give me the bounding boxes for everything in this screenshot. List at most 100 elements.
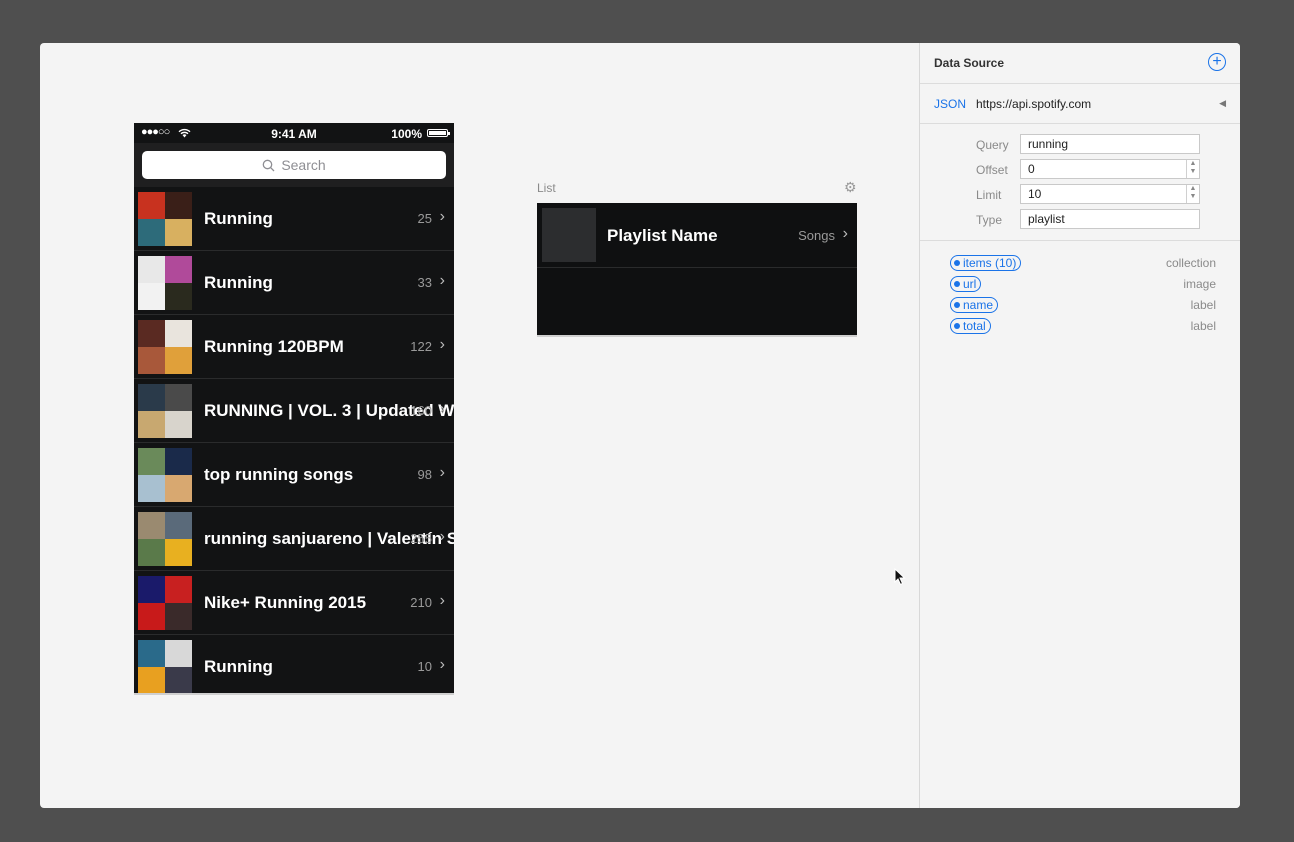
field-dot-icon: [954, 260, 960, 266]
playlist-list: Running 25 › Running 33 › Running 120BPM 122 › RU…: [134, 187, 454, 693]
artwork-tile: [138, 411, 165, 438]
artwork-tile: [138, 283, 165, 310]
artwork-tile: [138, 320, 165, 347]
artwork-tile: [165, 384, 192, 411]
playlist-count: 255: [410, 531, 432, 546]
phone-preview: ●●●○○ 9:41 AM 100% Search Running 25 › Runn…: [134, 123, 454, 693]
playlist-name: Running: [204, 209, 273, 228]
playlist-row[interactable]: Nike+ Running 2015 210 ›: [134, 571, 454, 635]
playlist-artwork: [138, 384, 192, 438]
param-input[interactable]: 10 ▲ ▼: [1020, 184, 1200, 204]
param-input[interactable]: playlist: [1020, 209, 1200, 229]
search-input[interactable]: Search: [142, 151, 446, 179]
playlist-artwork: [138, 320, 192, 374]
playlist-row[interactable]: RUNNING | VOL. 3 | Updated W 160 ›: [134, 379, 454, 443]
artwork-tile: [138, 219, 165, 246]
stepper-icon[interactable]: ▲ ▼: [1186, 160, 1199, 178]
playlist-artwork: [138, 256, 192, 310]
field-pill[interactable]: url: [950, 276, 982, 292]
add-source-button[interactable]: +: [1208, 53, 1226, 71]
artwork-tile: [165, 320, 192, 347]
chevron-right-icon: ›: [842, 225, 848, 242]
artwork-tile: [165, 539, 192, 566]
artwork-tile: [165, 256, 192, 283]
artwork-tile: [138, 667, 165, 693]
field-row: url image: [920, 276, 1240, 297]
artwork-tile: [165, 475, 192, 502]
source-type: JSON: [934, 97, 967, 111]
panel-title: Data Source: [934, 56, 1005, 70]
field-name: items (10): [963, 256, 1017, 270]
param-label: Offset: [976, 163, 1008, 177]
status-bar: ●●●○○ 9:41 AM 100%: [134, 123, 454, 143]
list-template-row[interactable]: Playlist Name Songs ›: [537, 203, 857, 268]
playlist-name-label: Playlist Name: [607, 226, 718, 245]
playlist-artwork: [138, 576, 192, 630]
field-row: items (10) collection: [920, 255, 1240, 276]
artwork-tile: [138, 347, 165, 374]
editor-window: ●●●○○ 9:41 AM 100% Search Running 25 › Runn…: [40, 43, 1240, 808]
artwork-tile: [165, 219, 192, 246]
playlist-row[interactable]: Running 10 ›: [134, 635, 454, 693]
field-dot-icon: [954, 323, 960, 329]
playlist-count: 10: [417, 659, 432, 674]
artwork-tile: [165, 192, 192, 219]
source-row[interactable]: JSON https://api.spotify.com ◀: [920, 84, 1240, 124]
param-value: playlist: [1028, 212, 1065, 226]
list-label: List: [537, 181, 556, 195]
playlist-name: top running songs: [204, 465, 354, 484]
playlist-artwork: [138, 512, 192, 566]
artwork-tile: [165, 411, 192, 438]
playlist-count: 122: [410, 339, 432, 354]
param-value: 0: [1028, 162, 1035, 176]
field-type: label: [1190, 319, 1216, 333]
chevron-right-icon: ›: [439, 272, 445, 289]
param-row: Limit 10 ▲ ▼: [920, 184, 1240, 209]
query-params: Query running Offset 0 ▲ ▼ Limit 10 ▲ ▼ Type playli…: [920, 124, 1240, 241]
playlist-row[interactable]: top running songs 98 ›: [134, 443, 454, 507]
battery-percent: 100%: [391, 127, 422, 141]
artwork-tile: [138, 640, 165, 667]
playlist-name: Nike+ Running 2015: [204, 593, 367, 612]
param-input[interactable]: running: [1020, 134, 1200, 154]
chevron-right-icon: ›: [439, 336, 445, 353]
playlist-row[interactable]: Running 25 ›: [134, 187, 454, 251]
playlist-row[interactable]: running sanjuareno | Valentín Sa 255 ›: [134, 507, 454, 571]
param-input[interactable]: 0 ▲ ▼: [1020, 159, 1200, 179]
playlist-count: 25: [417, 211, 432, 226]
playlist-count: 160: [410, 403, 432, 418]
collapse-triangle-icon[interactable]: ◀: [1219, 98, 1226, 109]
param-row: Offset 0 ▲ ▼: [920, 159, 1240, 184]
param-row: Query running: [920, 134, 1240, 159]
artwork-tile: [138, 384, 165, 411]
field-name: url: [963, 277, 977, 291]
search-placeholder: Search: [281, 157, 326, 173]
field-type: label: [1190, 298, 1216, 312]
artwork-tile: [138, 603, 165, 630]
gear-icon[interactable]: ⚙: [844, 179, 857, 196]
list-component[interactable]: Playlist Name Songs ›: [537, 203, 857, 335]
artwork-tile: [138, 256, 165, 283]
design-canvas: ●●●○○ 9:41 AM 100% Search Running 25 › Runn…: [40, 43, 919, 808]
chevron-right-icon: ›: [439, 208, 445, 225]
chevron-right-icon: ›: [439, 656, 445, 673]
playlist-count: 33: [417, 275, 432, 290]
chevron-right-icon: ›: [439, 400, 445, 417]
artwork-tile: [165, 667, 192, 693]
source-url: https://api.spotify.com: [976, 97, 1092, 111]
data-fields: items (10) collection url image name label tot…: [920, 241, 1240, 353]
field-row: total label: [920, 318, 1240, 339]
playlist-row[interactable]: Running 120BPM 122 ›: [134, 315, 454, 379]
field-pill[interactable]: total: [950, 318, 991, 334]
field-dot-icon: [954, 281, 960, 287]
playlist-artwork: [138, 448, 192, 502]
param-row: Type playlist: [920, 209, 1240, 234]
songs-label: Songs: [798, 228, 835, 243]
chevron-right-icon: ›: [439, 592, 445, 609]
field-pill[interactable]: name: [950, 297, 999, 313]
param-value: 10: [1028, 187, 1042, 201]
field-type: collection: [1165, 256, 1216, 270]
field-pill[interactable]: items (10): [950, 255, 1022, 271]
playlist-row[interactable]: Running 33 ›: [134, 251, 454, 315]
stepper-icon[interactable]: ▲ ▼: [1186, 185, 1199, 203]
